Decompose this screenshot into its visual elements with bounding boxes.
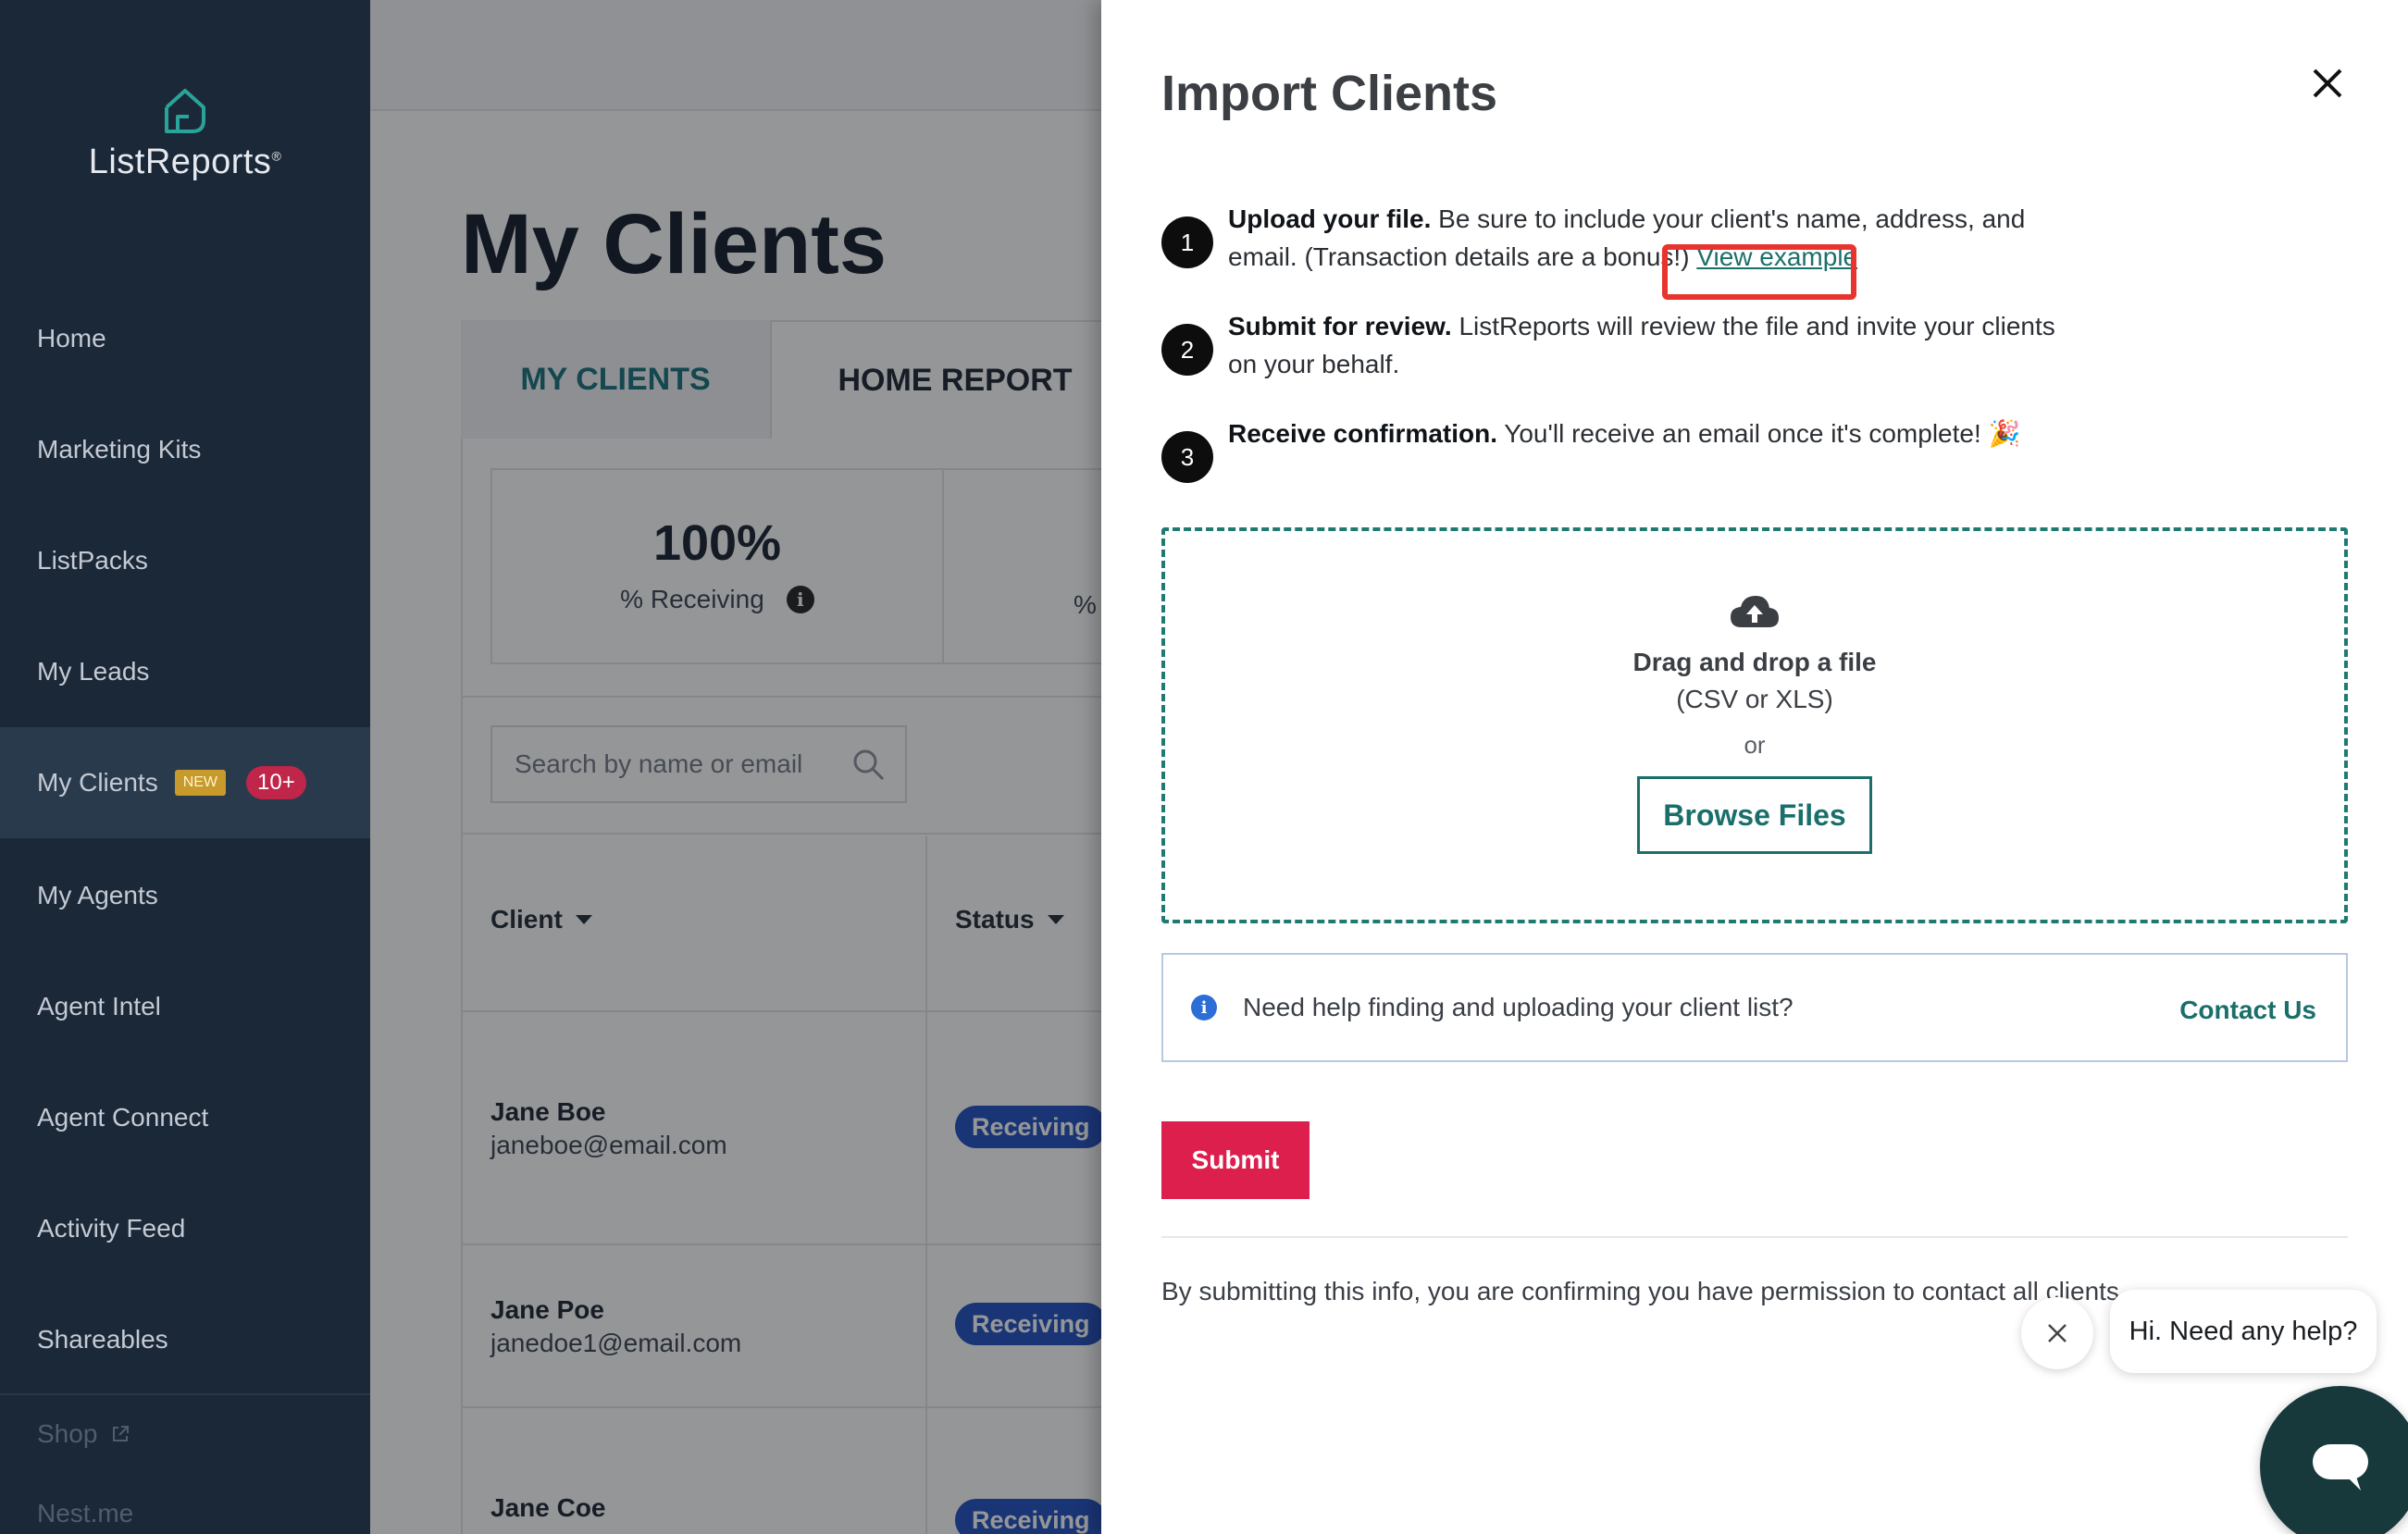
divider (1161, 1236, 2348, 1238)
nav-label: My Leads (37, 657, 150, 686)
nav-divider (0, 1393, 370, 1395)
contact-us-link[interactable]: Contact Us (2179, 996, 2316, 1025)
step-number: 2 (1161, 324, 1213, 376)
dropzone-title: Drag and drop a file (1632, 648, 1877, 676)
house-logo-icon (165, 89, 205, 133)
cloud-upload-icon (1731, 596, 1779, 627)
external-link-icon (113, 1426, 130, 1441)
nav-label: Nest.me (37, 1499, 134, 1528)
nav-item-nestme[interactable]: Nest.me (37, 1499, 133, 1528)
file-dropzone[interactable]: Drag and drop a file (CSV or XLS) or Bro… (1161, 527, 2348, 923)
nav-item-my-leads[interactable]: My Leads (0, 616, 370, 727)
nav-item-activity-feed[interactable]: Activity Feed (0, 1173, 370, 1284)
step-number: 1 (1161, 216, 1213, 268)
submit-button[interactable]: Submit (1161, 1121, 1310, 1199)
nav-label: Marketing Kits (37, 435, 202, 464)
modal-backdrop[interactable] (370, 0, 1101, 1534)
step-2: 2 Submit for review. ListReports will re… (1161, 307, 2061, 383)
nav-item-shareables[interactable]: Shareables (0, 1284, 370, 1395)
dropzone-subtitle: (CSV or XLS) (1676, 685, 1833, 713)
nav-item-agent-connect[interactable]: Agent Connect (0, 1062, 370, 1173)
step-number: 3 (1161, 431, 1213, 483)
nav-label: Activity Feed (37, 1214, 186, 1243)
nav-item-shop[interactable]: Shop (37, 1419, 130, 1449)
step-1: 1 Upload your file. Be sure to include y… (1161, 200, 2061, 276)
nav-label: Shop (37, 1419, 98, 1448)
step-text: Submit for review. ListReports will revi… (1228, 312, 2055, 378)
nav-label: Agent Intel (37, 992, 161, 1021)
chat-dismiss-button[interactable] (2021, 1297, 2093, 1369)
highlight-annotation (1662, 244, 1856, 300)
info-icon: i (1191, 995, 1217, 1021)
nav-label: Agent Connect (37, 1103, 209, 1132)
nav-item-my-agents[interactable]: My Agents (0, 840, 370, 951)
sidebar: ListReports® Home Marketing Kits ListPac… (0, 0, 370, 1534)
nav-item-my-clients[interactable]: My Clients NEW 10+ (0, 727, 370, 838)
brand-name: ListReports® (88, 142, 282, 181)
browse-files-button[interactable]: Browse Files (1637, 776, 1872, 854)
step-3: 3 Receive confirmation. You'll receive a… (1161, 414, 2061, 483)
step-text: Upload your file. Be sure to include you… (1228, 204, 2026, 271)
nav-item-home[interactable]: Home (0, 283, 370, 394)
nav-label: ListPacks (37, 546, 148, 575)
nav-item-marketing-kits[interactable]: Marketing Kits (0, 394, 370, 505)
nav-label: My Agents (37, 881, 158, 909)
permission-disclaimer: By submitting this info, you are confirm… (1161, 1277, 2127, 1305)
drawer-title: Import Clients (1161, 66, 1498, 121)
nav-label: My Clients (37, 768, 158, 797)
help-text: Need help finding and uploading your cli… (1243, 993, 1794, 1021)
nav-label: Shareables (37, 1325, 168, 1354)
chat-icon (2313, 1444, 2368, 1491)
nav-item-agent-intel[interactable]: Agent Intel (0, 951, 370, 1062)
brand-logo[interactable]: ListReports® (0, 83, 370, 182)
help-banner: i Need help finding and uploading your c… (1161, 953, 2348, 1062)
nav-label: Home (37, 324, 106, 353)
new-badge: NEW (174, 770, 227, 796)
count-badge: 10+ (246, 766, 306, 799)
dropzone-or: or (1744, 731, 1766, 759)
chat-greeting-bubble[interactable]: Hi. Need any help? (2110, 1290, 2377, 1373)
nav-item-listpacks[interactable]: ListPacks (0, 505, 370, 616)
close-icon (2048, 1324, 2067, 1342)
close-icon[interactable] (2307, 63, 2348, 104)
step-text: Receive confirmation. You'll receive an … (1228, 419, 2021, 448)
